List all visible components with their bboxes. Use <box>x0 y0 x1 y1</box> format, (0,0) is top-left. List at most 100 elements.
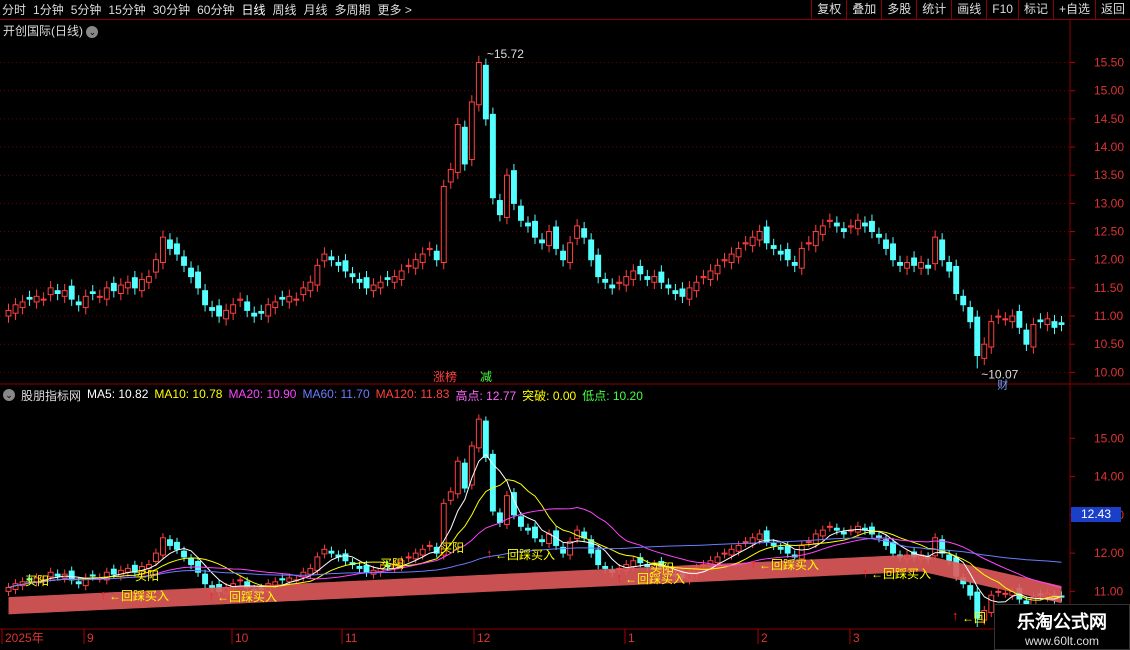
candle-body <box>202 290 209 306</box>
ind-candle-body <box>728 548 735 556</box>
candle-body <box>756 231 763 241</box>
candle-body <box>307 281 314 292</box>
ind-candle-body <box>321 548 328 555</box>
buy-yang-signal: 买阳 <box>25 574 49 588</box>
period-tab[interactable]: 1分钟 <box>33 1 64 18</box>
ind-candle-body <box>237 579 244 582</box>
period-tab[interactable]: 30分钟 <box>153 1 190 18</box>
price-tick-label: 13.00 <box>1094 196 1124 210</box>
period-tab[interactable]: 5分钟 <box>71 1 102 18</box>
candle-body <box>272 301 279 309</box>
candle-body <box>237 298 244 301</box>
action-button[interactable]: 复权 <box>811 0 846 19</box>
period-tab[interactable]: 周线 <box>272 1 296 18</box>
time-label: 3 <box>853 631 860 645</box>
candle-body <box>630 270 637 280</box>
candle-body <box>833 222 840 227</box>
candle-body <box>377 281 384 289</box>
candle-body <box>721 259 728 262</box>
candle-body <box>819 225 826 235</box>
period-tab[interactable]: 分时 <box>2 1 26 18</box>
chart-canvas[interactable]: 15.50 15.00 14.50 14.00 13.50 13.00 12.50 12.00… <box>0 20 1130 650</box>
candle-body <box>777 250 784 255</box>
candle-body <box>489 113 496 199</box>
pullback-buy-signal: ←回踩买入 <box>871 567 931 581</box>
candle-body <box>419 253 426 264</box>
period-toolbar: 分时 1分钟 5分钟 15分钟 30分钟 60分钟 日线 周线 月线 多周期 更多 > 复权 叠加 多股… <box>0 0 1130 20</box>
ind-candle-body <box>770 543 777 546</box>
ind-candle-body <box>595 549 602 566</box>
candle-body <box>510 170 517 204</box>
time-label: 2025年 <box>5 631 44 645</box>
candle-body <box>1009 315 1016 323</box>
ind-candle-body <box>742 541 749 544</box>
indicator-value: 低点: 10.20 <box>582 389 643 403</box>
time-label: 10 <box>235 631 249 645</box>
candle-body <box>314 264 321 286</box>
period-tab[interactable]: 更多 > <box>378 1 412 18</box>
ind-tick-label: 12.00 <box>1094 546 1124 560</box>
candle-body <box>321 253 328 262</box>
candle-body <box>265 304 272 317</box>
ind-candle-body <box>833 527 840 531</box>
action-button[interactable]: +自选 <box>1052 0 1095 19</box>
pullback-buy-signal: ←回 <box>962 611 986 625</box>
candle-body <box>847 225 854 228</box>
period-tab[interactable]: 60分钟 <box>197 1 234 18</box>
candle-body <box>216 305 223 317</box>
chevron-down-icon[interactable]: ⌄ <box>3 389 15 401</box>
candle-body <box>454 124 461 173</box>
candle-body <box>181 256 187 266</box>
indicator-value: 突破: 0.00 <box>522 389 577 403</box>
action-button[interactable]: F10 <box>986 0 1018 19</box>
action-button[interactable]: 统计 <box>916 0 951 19</box>
ind-candle-body <box>525 527 531 531</box>
ind-candle-body <box>117 569 124 577</box>
candle-body <box>1044 318 1051 325</box>
period-tab[interactable]: 日线 <box>241 1 265 18</box>
candle-body <box>939 239 946 261</box>
buy-arrow-icon: ↑ <box>952 608 959 623</box>
time-label: 2 <box>761 631 768 645</box>
ind-tick-label: 11.00 <box>1094 584 1123 598</box>
candle-body <box>1058 322 1065 325</box>
candle-body <box>293 298 300 301</box>
buy-yang-signal: 买阳 <box>380 557 404 571</box>
candle-body <box>286 295 293 303</box>
action-button[interactable]: 标记 <box>1017 0 1053 19</box>
ind-candle-body <box>54 573 61 577</box>
period-tab[interactable]: 15分钟 <box>108 1 145 18</box>
candle-body <box>574 225 581 239</box>
candle-body <box>988 321 995 348</box>
period-tab[interactable]: 月线 <box>304 1 328 18</box>
candle-body <box>33 295 40 303</box>
candle-body <box>96 295 103 298</box>
candle-body <box>911 257 918 266</box>
candle-body <box>349 273 356 278</box>
candle-body <box>426 247 433 251</box>
candle-body <box>728 253 735 264</box>
candle-body <box>188 267 194 278</box>
candle-body <box>40 298 47 301</box>
ind-tick-label: 14.00 <box>1094 470 1124 484</box>
candle-body <box>5 309 12 317</box>
action-button[interactable]: 叠加 <box>846 0 881 19</box>
candle-body <box>890 243 896 261</box>
candle-body <box>693 281 700 292</box>
ind-candle-body <box>5 587 12 592</box>
buy-arrow-icon: ↑ <box>100 587 107 602</box>
action-button[interactable]: 画线 <box>951 0 986 19</box>
action-buttons: 复权 叠加 多股 统计 画线 F10 标记 +自选 返回 <box>811 0 1130 19</box>
candle-body <box>131 277 138 289</box>
candle-body <box>826 219 833 222</box>
action-button[interactable]: 多股 <box>881 0 916 19</box>
candle-body <box>553 226 560 249</box>
ind-candle-body <box>461 462 468 489</box>
candle-body <box>546 231 552 247</box>
action-button[interactable]: 返回 <box>1094 0 1130 19</box>
period-tab[interactable]: 多周期 <box>335 1 371 18</box>
candle-body <box>412 259 419 269</box>
candle-body <box>770 245 777 249</box>
candle-body <box>75 301 82 306</box>
price-tick-label: 15.00 <box>1094 84 1124 98</box>
